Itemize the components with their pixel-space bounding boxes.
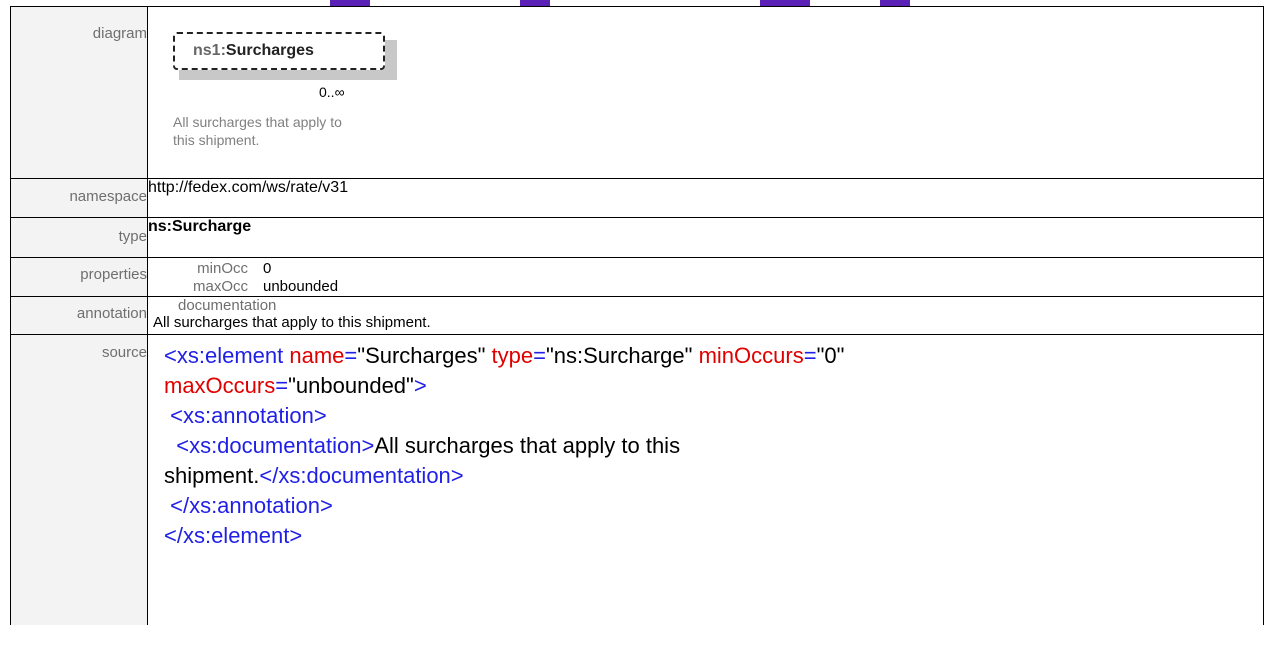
- type-value[interactable]: ns:Surcharge: [147, 217, 1264, 258]
- diagram-annotation: All surcharges that apply to this shipme…: [173, 114, 342, 148]
- row-label: type: [10, 217, 148, 258]
- namespace-value: http://fedex.com/ws/rate/v31: [147, 178, 1264, 218]
- xml-line: <xs:element name="Surcharges" type="ns:S…: [164, 343, 845, 368]
- row-source: source <xs:element name="Surcharges" typ…: [10, 334, 1264, 625]
- row-label: namespace: [10, 178, 148, 218]
- occurrence-label: 0..∞: [319, 84, 345, 100]
- property-key: minOcc: [197, 260, 248, 277]
- row-label: annotation: [10, 296, 148, 335]
- property-key: maxOcc: [192, 278, 248, 295]
- element-name: Surcharges: [225, 42, 314, 59]
- row-type: type ns:Surcharge: [10, 217, 1264, 258]
- xml-line: </xs:annotation>: [164, 493, 333, 518]
- row-diagram: diagram ns1:Surcharges 0..∞ All surcharg…: [10, 6, 1264, 179]
- xml-line: maxOccurs="unbounded">: [164, 373, 427, 398]
- element-diagram-box[interactable]: ns1:Surcharges: [173, 32, 397, 80]
- xml-line: shipment.</xs:documentation>: [164, 463, 464, 488]
- row-label: properties: [10, 257, 148, 297]
- annotation-value: documentation All surcharges that apply …: [147, 296, 1264, 335]
- annotation-text: All surcharges that apply to this shipme…: [153, 314, 431, 331]
- row-properties: properties minOcc 0 maxOcc unbounded: [10, 257, 1264, 297]
- diagram-cell: ns1:Surcharges 0..∞ All surcharges that …: [147, 6, 1264, 179]
- row-annotation: annotation documentation All surcharges …: [10, 296, 1264, 335]
- source-code: <xs:element name="Surcharges" type="ns:S…: [147, 334, 1264, 625]
- annotation-key: documentation: [178, 297, 277, 314]
- xml-line: <xs:annotation>: [164, 403, 327, 428]
- properties-value: minOcc 0 maxOcc unbounded: [147, 257, 1264, 297]
- xml-line: <xs:documentation>All surcharges that ap…: [164, 433, 681, 458]
- schema-element-table: diagram ns1:Surcharges 0..∞ All surcharg…: [10, 6, 1264, 625]
- element-box[interactable]: ns1:Surcharges: [173, 32, 385, 70]
- element-prefix: ns1:: [193, 42, 226, 59]
- property-value: unbounded: [263, 278, 339, 295]
- xml-line: </xs:element>: [164, 523, 303, 548]
- row-label: source: [10, 334, 148, 625]
- row-label: diagram: [10, 6, 148, 179]
- property-value: 0: [263, 260, 272, 277]
